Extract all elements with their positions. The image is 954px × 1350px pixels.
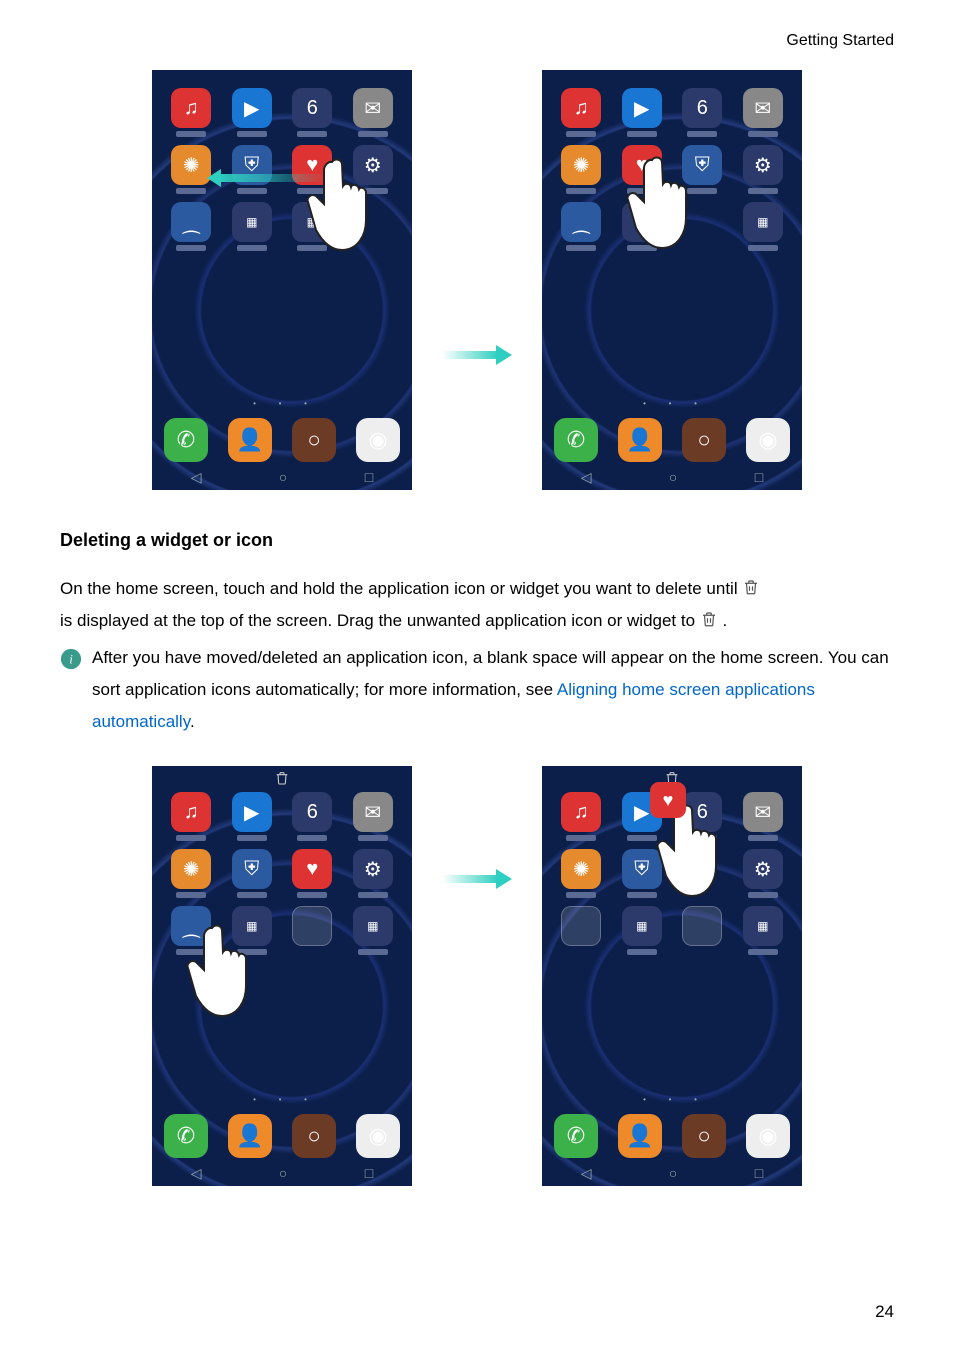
settings-icon: ⚙ xyxy=(743,145,783,185)
camera-icon: ◉ xyxy=(746,418,790,462)
browser-icon: ○ xyxy=(682,1114,726,1158)
delete-target-icon xyxy=(152,770,412,789)
dialer-icon: ✆ xyxy=(554,418,598,462)
health-icon: ⁔ xyxy=(171,202,211,242)
page-number: 24 xyxy=(875,1302,894,1322)
para-text-1: On the home screen, touch and hold the a… xyxy=(60,579,742,598)
tools-folder-icon: ▦ xyxy=(232,202,272,242)
camera-icon: ◉ xyxy=(356,1114,400,1158)
contacts-icon: 👤 xyxy=(228,418,272,462)
trash-icon xyxy=(742,576,760,596)
svg-text:i: i xyxy=(69,652,73,666)
browser-icon: ○ xyxy=(292,418,336,462)
topapps-folder-icon: ▦ xyxy=(743,202,783,242)
calendar-icon: 6 xyxy=(682,88,722,128)
tools-folder-icon: ▦ xyxy=(622,906,662,946)
body-paragraph: On the home screen, touch and hold the a… xyxy=(60,573,894,638)
themes-icon: ✺ xyxy=(171,849,211,889)
contacts-icon: 👤 xyxy=(228,1114,272,1158)
topapps-folder-icon: ▦ xyxy=(353,906,393,946)
info-text-2: . xyxy=(190,712,195,731)
nav-back-icon: ◁ xyxy=(581,1165,592,1182)
themes-icon: ✺ xyxy=(171,145,211,185)
flow-arrow-icon xyxy=(442,866,512,892)
trash-icon xyxy=(700,608,718,628)
nav-back-icon: ◁ xyxy=(581,469,592,486)
nav-back-icon: ◁ xyxy=(191,469,202,486)
dialer-icon: ✆ xyxy=(164,1114,208,1158)
videos-icon: ▶ xyxy=(232,792,272,832)
themes-icon: ✺ xyxy=(561,849,601,889)
email-icon: ✉ xyxy=(743,88,783,128)
phone-screenshot-after: ♫ ▶ 6 ✉ ✺ ♥ ⛨ ⚙ ⁔ ▦ ▦ • • • ✆ 👤 ○ ◉ ◁ ○ … xyxy=(542,70,802,490)
hand-touch-icon xyxy=(302,150,372,260)
email-icon: ✉ xyxy=(353,792,393,832)
empty-slot xyxy=(561,906,601,946)
music-icon: ♫ xyxy=(171,792,211,832)
figure-move-icon: ♫ ▶ 6 ✉ ✺ ⛨ ♥ ⚙ ⁔ ▦ ▦ • • • ✆ 👤 ○ ◉ xyxy=(60,70,894,490)
nav-recent-icon: □ xyxy=(365,1165,373,1182)
section-heading: Deleting a widget or icon xyxy=(60,530,894,551)
hand-touch-icon xyxy=(182,916,252,1026)
heart-icon: ♥ xyxy=(292,849,332,889)
nav-back-icon: ◁ xyxy=(191,1165,202,1182)
figure-delete-icon: ♫ ▶ 6 ✉ ✺ ⛨ ♥ ⚙ ⁔ ▦ ▦ • • • ✆ 👤 ○ ◉ ◁ ○ … xyxy=(60,766,894,1186)
music-icon: ♫ xyxy=(171,88,211,128)
para-text-2: is displayed at the top of the screen. D… xyxy=(60,611,700,630)
nav-recent-icon: □ xyxy=(365,469,373,486)
calendar-icon: 6 xyxy=(292,88,332,128)
music-icon: ♫ xyxy=(561,88,601,128)
nav-recent-icon: □ xyxy=(755,1165,763,1182)
videos-icon: ▶ xyxy=(622,88,662,128)
dragged-app-icon: ♥ xyxy=(650,782,686,818)
phone-screenshot-delete-before: ♫ ▶ 6 ✉ ✺ ⛨ ♥ ⚙ ⁔ ▦ ▦ • • • ✆ 👤 ○ ◉ ◁ ○ … xyxy=(152,766,412,1186)
info-note: i After you have moved/deleted an applic… xyxy=(60,642,894,739)
email-icon: ✉ xyxy=(353,88,393,128)
health-icon: ⁔ xyxy=(561,202,601,242)
email-icon: ✉ xyxy=(743,792,783,832)
browser-icon: ○ xyxy=(682,418,726,462)
camera-icon: ◉ xyxy=(746,1114,790,1158)
para-text-3: . xyxy=(718,611,727,630)
videos-icon: ▶ xyxy=(232,88,272,128)
section-header: Getting Started xyxy=(786,32,894,50)
info-icon: i xyxy=(60,648,82,670)
settings-icon: ⚙ xyxy=(353,849,393,889)
dialer-icon: ✆ xyxy=(164,418,208,462)
nav-recent-icon: □ xyxy=(755,469,763,486)
calendar-icon: 6 xyxy=(292,792,332,832)
nav-home-icon: ○ xyxy=(669,1165,677,1182)
phonemgr-icon: ⛨ xyxy=(232,849,272,889)
settings-icon: ⚙ xyxy=(743,849,783,889)
dialer-icon: ✆ xyxy=(554,1114,598,1158)
contacts-icon: 👤 xyxy=(618,1114,662,1158)
nav-home-icon: ○ xyxy=(669,469,677,486)
empty-slot xyxy=(292,906,332,946)
browser-icon: ○ xyxy=(292,1114,336,1158)
phone-screenshot-before: ♫ ▶ 6 ✉ ✺ ⛨ ♥ ⚙ ⁔ ▦ ▦ • • • ✆ 👤 ○ ◉ xyxy=(152,70,412,490)
phone-screenshot-delete-after: ♫ ▶ 6 ✉ ✺ ⛨ ⚙ ▦ ▦ ♥ • • • ✆ 👤 ○ ◉ xyxy=(542,766,802,1186)
flow-arrow-icon xyxy=(442,342,512,368)
topapps-folder-icon: ▦ xyxy=(743,906,783,946)
music-icon: ♫ xyxy=(561,792,601,832)
hand-touch-icon xyxy=(622,148,692,258)
themes-icon: ✺ xyxy=(561,145,601,185)
nav-home-icon: ○ xyxy=(279,469,287,486)
contacts-icon: 👤 xyxy=(618,418,662,462)
empty-slot xyxy=(682,906,722,946)
nav-home-icon: ○ xyxy=(279,1165,287,1182)
camera-icon: ◉ xyxy=(356,418,400,462)
